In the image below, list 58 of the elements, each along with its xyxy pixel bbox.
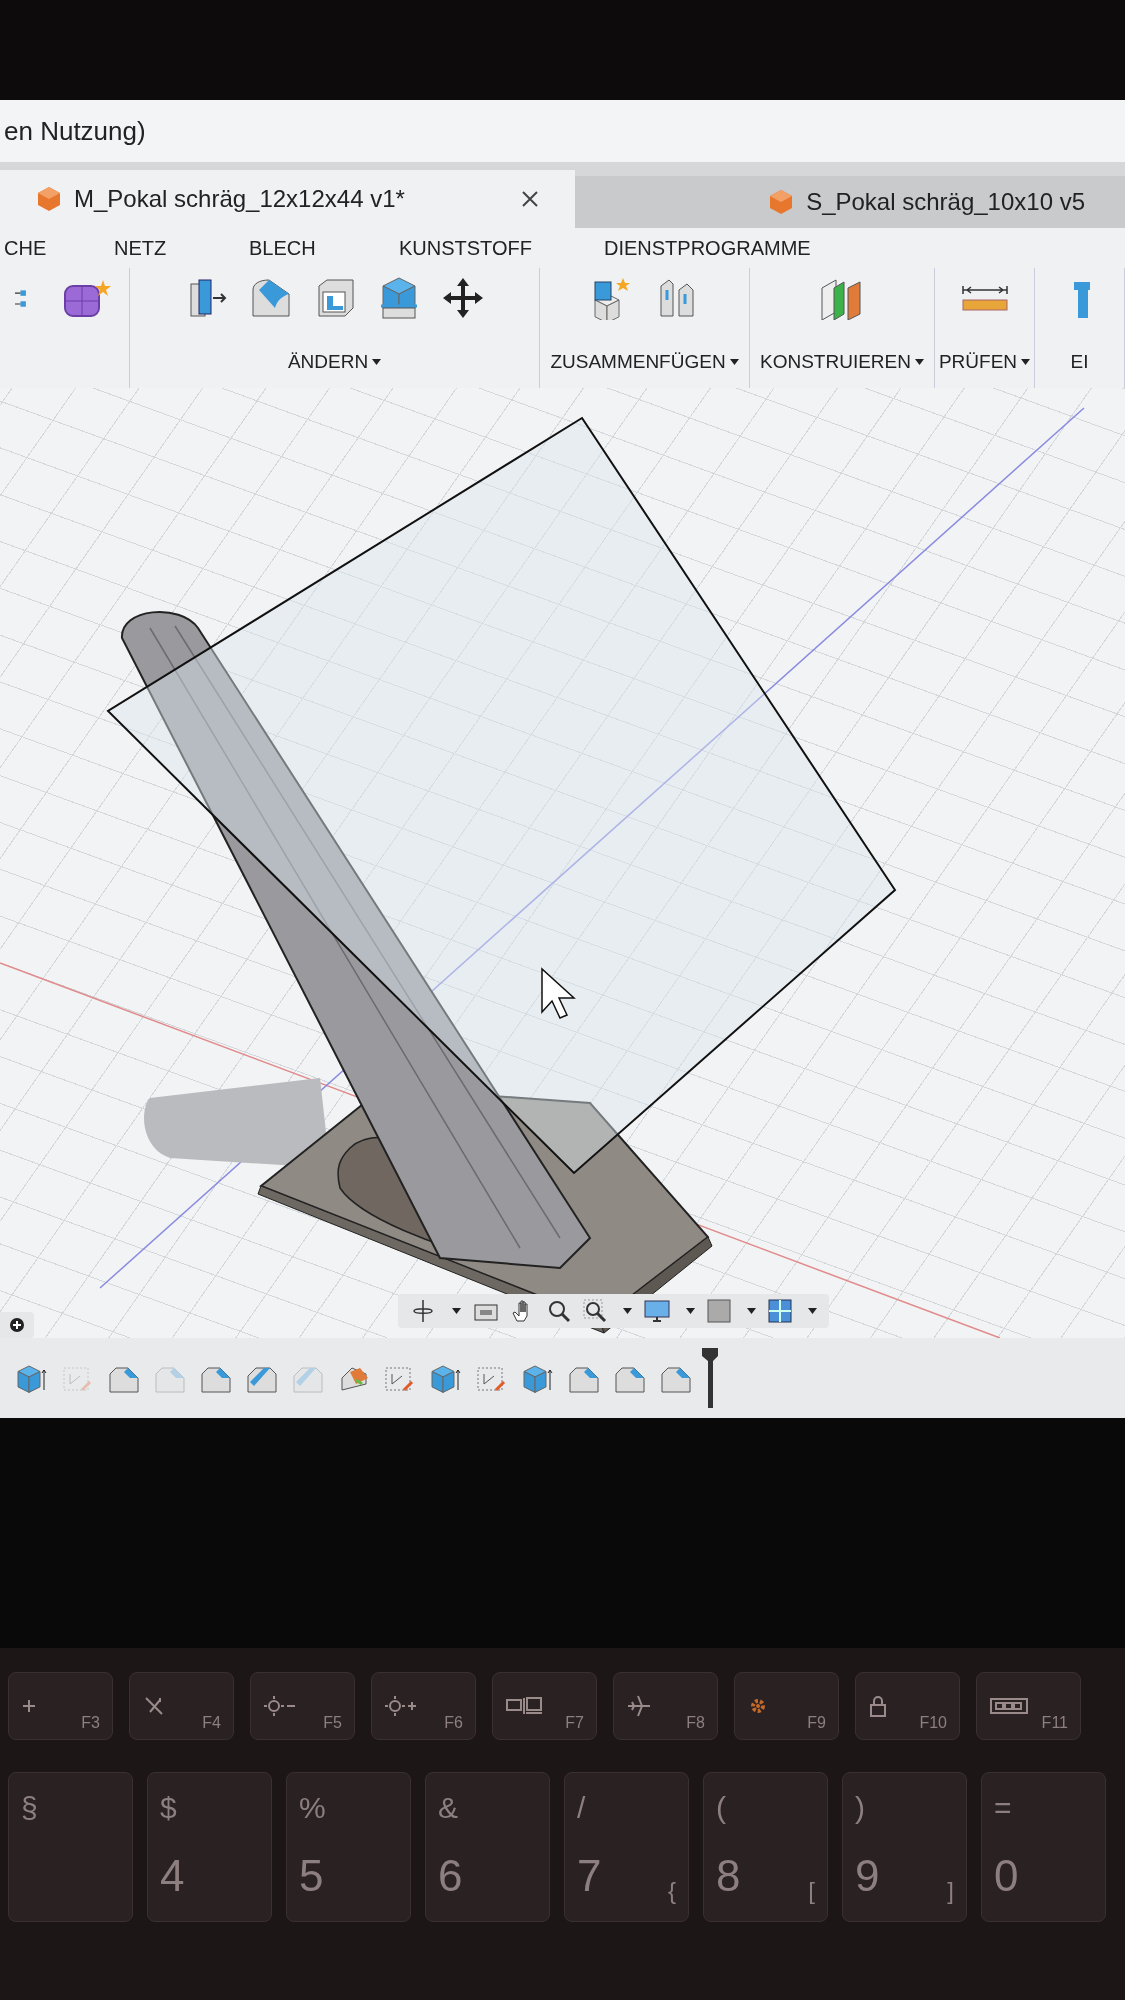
toolbar-category-tab[interactable]: KUNSTSTOFF xyxy=(395,233,600,263)
toolbar-group-menu[interactable]: KONSTRUIEREN xyxy=(760,347,924,376)
function-key[interactable]: F11 xyxy=(976,1672,1081,1740)
keyboard-key[interactable]: / 7 { xyxy=(564,1772,689,1922)
plus-circle-icon[interactable] xyxy=(10,1318,24,1332)
timeline-marker-icon[interactable] xyxy=(702,1348,718,1408)
caret-icon xyxy=(452,1308,461,1314)
keyboard-key[interactable]: ( 8 [ xyxy=(703,1772,828,1922)
plus-icon xyxy=(21,1698,37,1714)
function-key[interactable]: F7 xyxy=(492,1672,597,1740)
toolbar-group-menu[interactable]: PRÜFEN xyxy=(938,347,1031,376)
keyboard-key[interactable]: § xyxy=(8,1772,133,1922)
caret-icon xyxy=(747,1308,756,1314)
keyboard-key[interactable]: & 6 xyxy=(425,1772,550,1922)
keyboard-key[interactable]: $ 4 xyxy=(147,1772,272,1922)
function-key[interactable]: F5 xyxy=(250,1672,355,1740)
caret-icon xyxy=(808,1308,817,1314)
toolbar-group-menu[interactable]: EI xyxy=(1070,347,1089,376)
caret-icon xyxy=(1021,358,1031,365)
keyboard-key[interactable]: ) 9 ] xyxy=(842,1772,967,1922)
viewports-icon[interactable] xyxy=(768,1299,792,1323)
close-icon[interactable] xyxy=(521,190,539,208)
cube-icon xyxy=(768,189,795,215)
brightness-up-icon xyxy=(384,1695,418,1717)
keyboard-key[interactable]: = 0 xyxy=(981,1772,1106,1922)
function-key[interactable]: F8 xyxy=(613,1672,718,1740)
caret-icon xyxy=(372,358,382,365)
toolbar-category-tab[interactable]: NETZ xyxy=(110,233,245,263)
airplane-icon xyxy=(626,1693,652,1719)
grid-icon[interactable] xyxy=(707,1299,731,1323)
zoom-window-icon[interactable] xyxy=(583,1299,607,1323)
caret-icon xyxy=(623,1308,632,1314)
function-key[interactable]: F3 xyxy=(8,1672,113,1740)
function-key[interactable]: F6 xyxy=(371,1672,476,1740)
function-key[interactable]: F10 xyxy=(855,1672,960,1740)
zoom-icon[interactable] xyxy=(547,1299,571,1323)
keyboard-icon xyxy=(989,1697,1029,1715)
function-key[interactable]: F9 xyxy=(734,1672,839,1740)
toolbar-group-menu[interactable]: ÄNDERN xyxy=(287,347,382,376)
cube-icon xyxy=(36,186,62,212)
toolbar-group-menu[interactable]: ZUSAMMENFÜGEN xyxy=(550,347,739,376)
toolbar-category-tab[interactable]: BLECH xyxy=(245,233,395,263)
caret-icon xyxy=(686,1308,695,1314)
caret-icon xyxy=(915,358,924,365)
function-key[interactable]: F4 xyxy=(129,1672,234,1740)
cursor-icon xyxy=(541,967,576,1019)
window-title: en Nutzung) xyxy=(4,114,146,148)
orbit-icon[interactable] xyxy=(410,1298,436,1324)
document-tab[interactable]: S_Pokal schräg_10x10 v5 xyxy=(575,176,1125,228)
lock-icon xyxy=(868,1694,888,1718)
monitor-icon[interactable] xyxy=(644,1299,670,1323)
dual-display-icon xyxy=(505,1695,543,1717)
document-tab[interactable]: M_Pokal schräg_12x12x44 v1* xyxy=(0,170,575,228)
toolbar-category-tab[interactable]: CHE xyxy=(0,233,110,263)
toolbar-category-tab[interactable]: DIENSTPROGRAMME xyxy=(600,233,820,263)
caret-icon xyxy=(729,358,739,365)
keyboard-key[interactable]: % 5 xyxy=(286,1772,411,1922)
brightness-down-icon xyxy=(263,1695,297,1717)
